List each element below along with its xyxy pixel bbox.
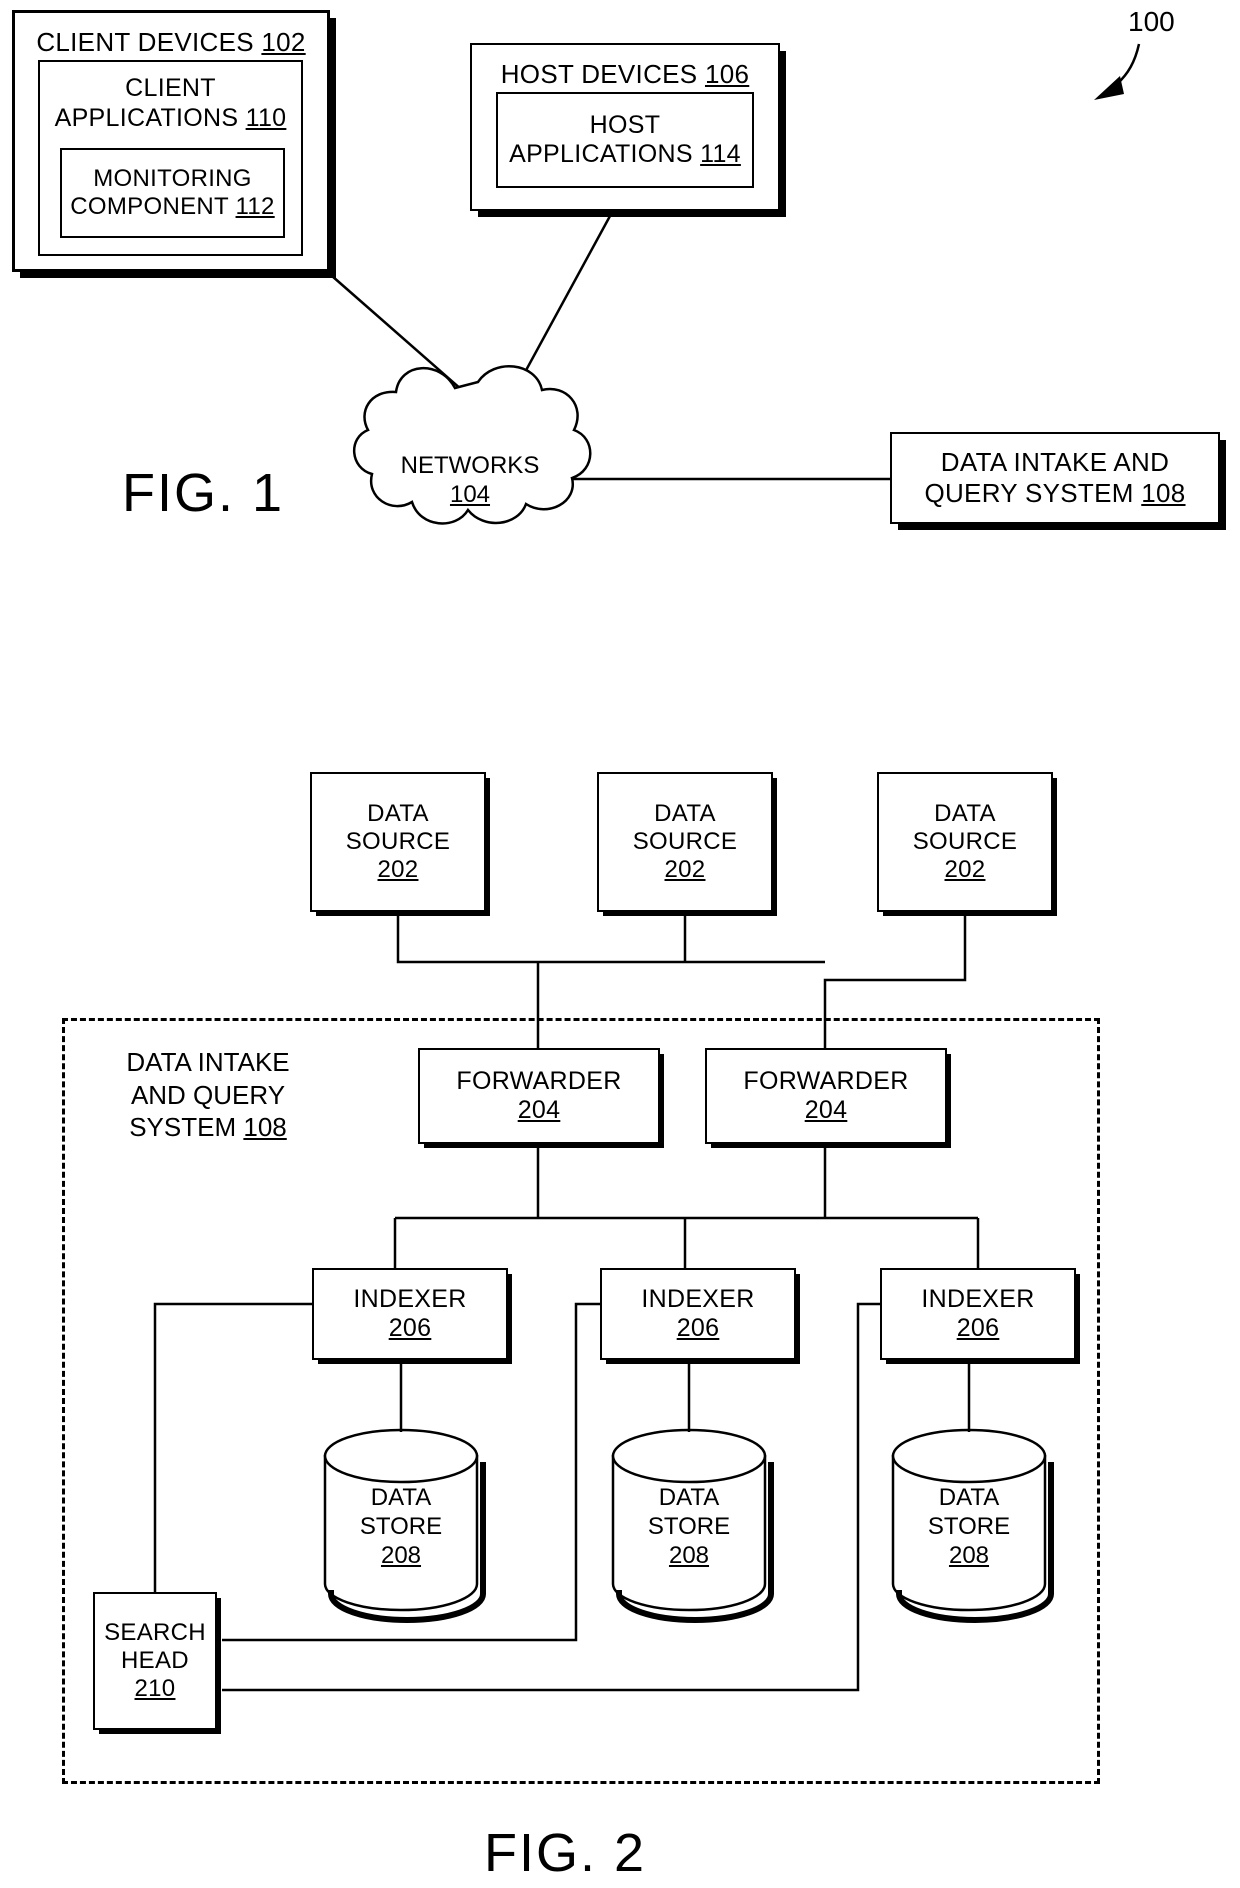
data-store-2-number: 208: [668, 1541, 710, 1569]
forwarder-2-title: FORWARDER: [743, 1066, 909, 1095]
figure-1-label: FIG. 1: [122, 463, 285, 523]
patent-figure-sheet: 100 CLIENT DEVICES 102 CLIENT APPLICATIO…: [0, 0, 1240, 1888]
data-source-box-2: DATA SOURCE 202: [597, 772, 773, 912]
monitoring-component-box: MONITORING COMPONENT 112: [60, 148, 285, 238]
data-source-3-line1: DATA: [934, 799, 996, 827]
data-store-2-line1: DATA: [658, 1484, 720, 1511]
indexer-2-title: INDEXER: [641, 1284, 755, 1313]
data-store-3-line1: DATA: [938, 1484, 1000, 1511]
data-source-2-line2: SOURCE: [632, 827, 738, 855]
data-source-3-line2: SOURCE: [912, 827, 1018, 855]
data-store-2-line2: STORE: [647, 1512, 731, 1540]
client-devices-box: CLIENT DEVICES 102 CLIENT APPLICATIONS 1…: [12, 10, 330, 272]
data-store-3-number: 208: [948, 1541, 990, 1569]
client-applications-box: CLIENT APPLICATIONS 110 MONITORING COMPO…: [38, 60, 303, 256]
host-devices-title: HOST DEVICES 106: [500, 59, 750, 89]
search-head-line2: HEAD: [121, 1646, 189, 1674]
forwarder-1-number: 204: [517, 1096, 561, 1124]
data-store-label-2: DATA STORE 208: [614, 1484, 764, 1570]
system-region-line1: DATA INTAKE: [126, 1047, 290, 1077]
data-source-box-3: DATA SOURCE 202: [877, 772, 1053, 912]
diqs-line1: DATA INTAKE AND: [940, 447, 1170, 478]
host-applications-box: HOST APPLICATIONS 114: [496, 92, 754, 188]
data-store-1-line2: STORE: [359, 1512, 443, 1540]
client-devices-title: CLIENT DEVICES 102: [36, 27, 306, 57]
data-store-label-1: DATA STORE 208: [326, 1484, 476, 1570]
indexer-box-1: INDEXER 206: [312, 1268, 508, 1360]
data-intake-and-query-system-box: DATA INTAKE AND QUERY SYSTEM 108: [890, 432, 1220, 524]
data-source-2-number: 202: [664, 856, 706, 884]
networks-title: NETWORKS: [400, 452, 540, 479]
indexer-2-number: 206: [676, 1314, 720, 1342]
search-head-box: SEARCH HEAD 210: [93, 1592, 217, 1730]
host-devices-box: HOST DEVICES 106 HOST APPLICATIONS 114: [470, 43, 780, 211]
networks-label: NETWORKS 104: [380, 452, 560, 510]
data-store-label-3: DATA STORE 208: [894, 1484, 1044, 1570]
forwarder-box-1: FORWARDER 204: [418, 1048, 660, 1144]
figure-2-label: FIG. 2: [484, 1823, 647, 1883]
forwarder-2-number: 204: [804, 1096, 848, 1124]
forwarder-1-title: FORWARDER: [456, 1066, 622, 1095]
forwarder-box-2: FORWARDER 204: [705, 1048, 947, 1144]
data-source-1-line1: DATA: [367, 799, 429, 827]
diqs-line2: QUERY SYSTEM 108: [924, 478, 1186, 508]
search-head-number: 210: [134, 1675, 176, 1703]
data-source-1-number: 202: [377, 856, 419, 884]
monitoring-component-line2: COMPONENT 112: [70, 193, 275, 220]
indexer-box-3: INDEXER 206: [880, 1268, 1076, 1360]
networks-number: 104: [449, 480, 491, 508]
indexer-3-number: 206: [956, 1314, 1000, 1342]
data-source-3-number: 202: [944, 856, 986, 884]
data-store-1-number: 208: [380, 1541, 422, 1569]
client-applications-line1: CLIENT: [125, 74, 216, 102]
data-store-1-line1: DATA: [370, 1484, 432, 1511]
data-source-box-1: DATA SOURCE 202: [310, 772, 486, 912]
data-store-3-line2: STORE: [927, 1512, 1011, 1540]
host-applications-line1: HOST: [589, 110, 661, 139]
client-applications-line2: APPLICATIONS 110: [54, 103, 287, 132]
data-source-1-line2: SOURCE: [345, 827, 451, 855]
indexer-1-title: INDEXER: [353, 1284, 467, 1313]
indexer-3-title: INDEXER: [921, 1284, 1035, 1313]
indexer-1-number: 206: [388, 1314, 432, 1342]
indexer-box-2: INDEXER 206: [600, 1268, 796, 1360]
reference-numeral-100: 100: [1128, 6, 1175, 37]
monitoring-component-line1: MONITORING: [93, 164, 252, 192]
search-head-line1: SEARCH: [104, 1618, 206, 1646]
system-region-line2: AND QUERY: [130, 1079, 286, 1110]
system-region-label: DATA INTAKE AND QUERY SYSTEM 108: [88, 1046, 328, 1144]
system-region-line3: SYSTEM 108: [129, 1112, 287, 1142]
host-applications-line2: APPLICATIONS 114: [509, 140, 741, 168]
data-source-2-line1: DATA: [654, 799, 716, 827]
